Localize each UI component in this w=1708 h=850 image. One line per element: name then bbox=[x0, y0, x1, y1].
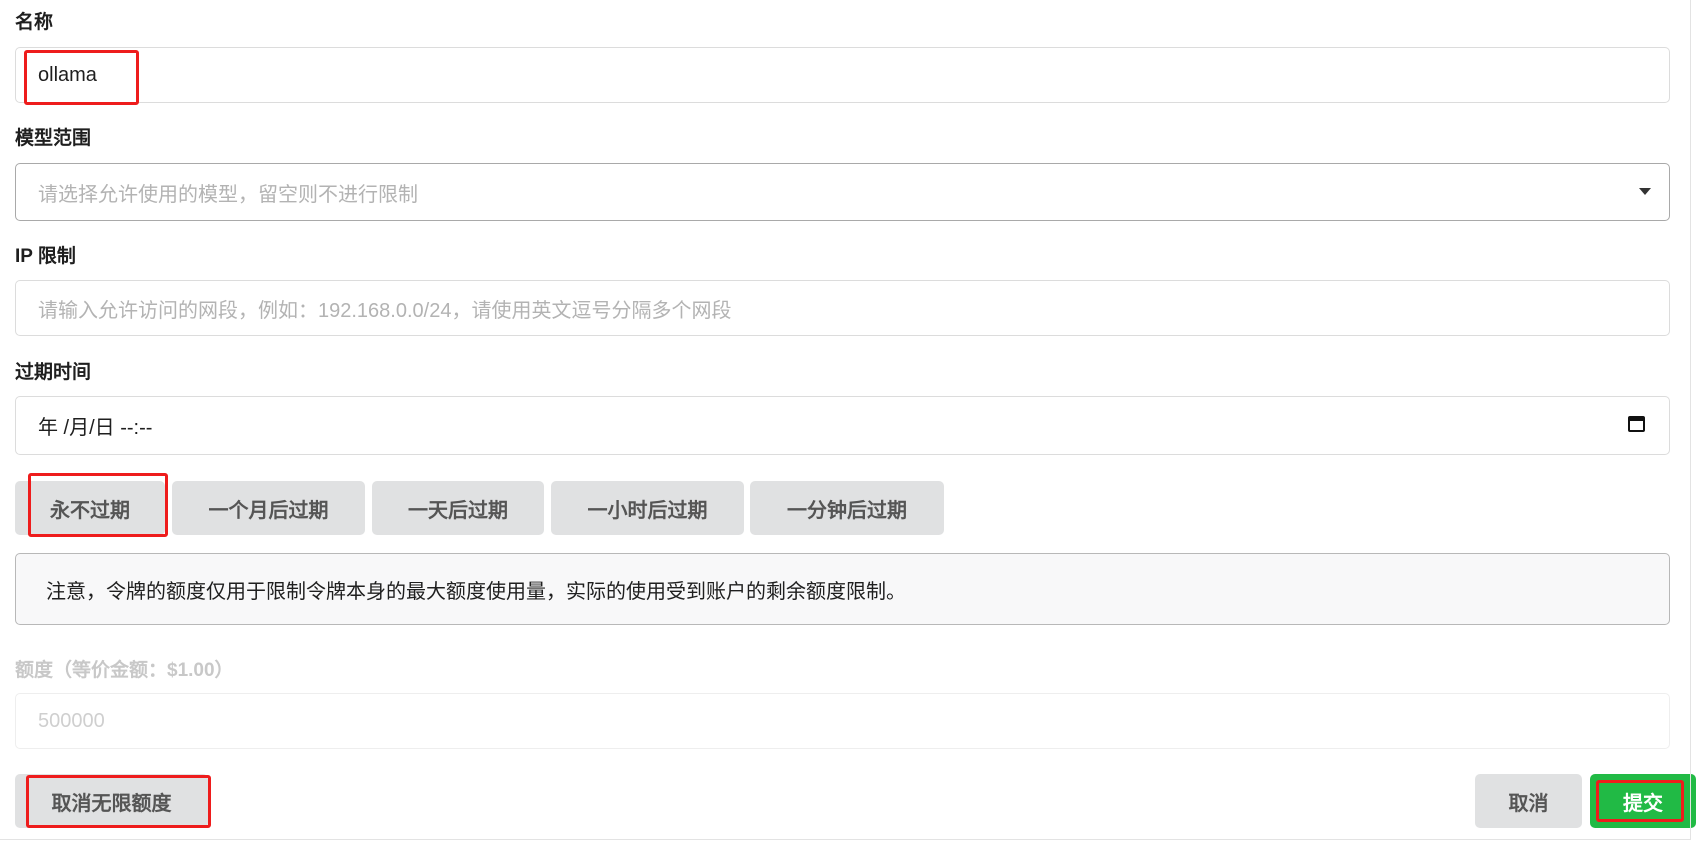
expire-time-label: 过期时间 bbox=[15, 362, 92, 383]
token-edit-form: 名称 ollama 模型范围 请选择允许使用的模型，留空则不进行限制 IP 限制… bbox=[0, 0, 1708, 850]
quota-notice-message: 注意，令牌的额度仅用于限制令牌本身的最大额度使用量，实际的使用受到账户的剩余额度… bbox=[15, 553, 1670, 625]
model-scope-select[interactable]: 请选择允许使用的模型，留空则不进行限制 bbox=[15, 163, 1670, 221]
calendar-icon[interactable] bbox=[1628, 416, 1645, 432]
card-border-right bbox=[1690, 0, 1691, 840]
unlimited-quota-highlight-box bbox=[26, 775, 211, 828]
ip-limit-label: IP 限制 bbox=[15, 246, 76, 267]
name-input[interactable]: ollama bbox=[15, 47, 1670, 103]
expire-time-value: 年 /月/日 --:-- bbox=[38, 417, 153, 439]
name-label: 名称 bbox=[15, 12, 54, 33]
never-expire-highlight-box bbox=[28, 473, 168, 537]
expire-one-month-button[interactable]: 一个月后过期 bbox=[172, 481, 365, 535]
quota-label: 额度（等价金额：$1.00） bbox=[15, 660, 234, 681]
quota-input: 500000 bbox=[15, 693, 1670, 749]
name-highlight-box bbox=[24, 50, 139, 105]
expire-one-day-button[interactable]: 一天后过期 bbox=[372, 481, 544, 535]
card-border-bottom bbox=[0, 839, 1691, 840]
expire-time-input[interactable]: 年 /月/日 --:-- bbox=[15, 396, 1670, 455]
quota-notice-text: 注意，令牌的额度仅用于限制令牌本身的最大额度使用量，实际的使用受到账户的剩余额度… bbox=[46, 580, 906, 603]
cancel-button[interactable]: 取消 bbox=[1475, 774, 1582, 828]
ip-limit-placeholder: 请输入允许访问的网段，例如：192.168.0.0/24，请使用英文逗号分隔多个… bbox=[38, 299, 732, 322]
model-scope-placeholder: 请选择允许使用的模型，留空则不进行限制 bbox=[38, 183, 418, 206]
submit-highlight-box bbox=[1596, 780, 1684, 822]
quota-placeholder: 500000 bbox=[38, 709, 105, 732]
chevron-down-icon[interactable] bbox=[1639, 188, 1651, 195]
expire-one-minute-button[interactable]: 一分钟后过期 bbox=[750, 481, 944, 535]
model-scope-label: 模型范围 bbox=[15, 128, 92, 149]
expire-one-hour-button[interactable]: 一小时后过期 bbox=[551, 481, 744, 535]
ip-limit-input[interactable]: 请输入允许访问的网段，例如：192.168.0.0/24，请使用英文逗号分隔多个… bbox=[15, 280, 1670, 336]
